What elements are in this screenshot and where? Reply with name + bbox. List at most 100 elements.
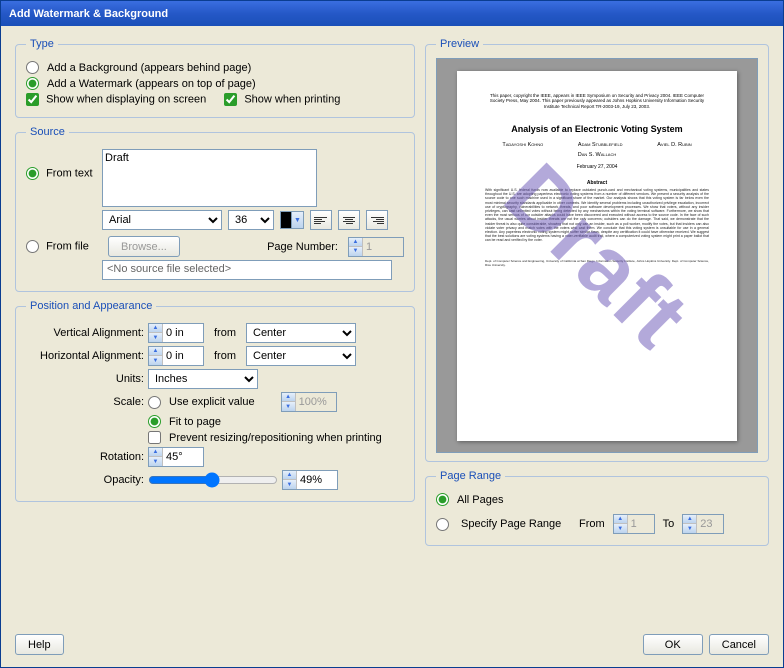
browse-button[interactable]: Browse... <box>108 236 180 257</box>
all-pages-radio[interactable] <box>436 493 449 506</box>
spin-down-icon[interactable]: ▼ <box>149 457 162 466</box>
spin-down-icon[interactable]: ▼ <box>283 480 296 489</box>
page-number-label: Page Number: <box>267 241 338 253</box>
scale-explicit-radio[interactable] <box>148 396 161 409</box>
from-text-radio[interactable] <box>26 167 39 180</box>
scale-fit-radio[interactable] <box>148 415 161 428</box>
scale-spinner: ▲▼ <box>281 392 337 412</box>
watermark-text-input[interactable] <box>102 149 317 207</box>
preview-authors-row2: Dan S. Wallach <box>485 152 709 158</box>
preview-page: This paper, copyright the IEEE, appears … <box>457 71 737 441</box>
from-file-radio-wrap[interactable]: From file <box>26 240 98 253</box>
valign-row: Vertical Alignment: ▲▼ from Center <box>26 323 404 343</box>
valign-from-select[interactable]: Center <box>246 323 356 343</box>
valign-from-label: from <box>214 327 236 339</box>
all-pages-row[interactable]: All Pages <box>436 493 758 506</box>
preview-author: Tadayoshi Kohno <box>502 142 543 148</box>
file-display-row: <No source file selected> <box>102 260 404 280</box>
preview-authors-row1: Tadayoshi Kohno Adam Stubblefield Aviel … <box>485 142 709 148</box>
show-screen-checkbox[interactable] <box>26 93 39 106</box>
cancel-button[interactable]: Cancel <box>709 634 769 655</box>
scale-explicit-label: Use explicit value <box>169 396 255 408</box>
spin-up-icon: ▲ <box>282 393 295 402</box>
preview-watermark: Draft <box>485 143 709 367</box>
halign-from-select[interactable]: Center <box>246 346 356 366</box>
ok-button[interactable]: OK <box>643 634 703 655</box>
help-button[interactable]: Help <box>15 634 64 655</box>
dialog-window: Add Watermark & Background Type Add a Ba… <box>0 0 784 668</box>
watermark-radio-row[interactable]: Add a Watermark (appears on top of page) <box>26 77 404 90</box>
from-text-row: From text <box>26 149 404 207</box>
content-area: Type Add a Background (appears behind pa… <box>1 26 783 630</box>
opacity-input[interactable] <box>297 471 337 489</box>
preview-author: Dan S. Wallach <box>578 152 617 158</box>
scale-fit-label: Fit to page <box>169 416 221 428</box>
range-to-spinner: ▲▼ <box>682 514 724 534</box>
preview-header-note: This paper, copyright the IEEE, appears … <box>485 93 709 111</box>
opacity-slider[interactable] <box>148 472 278 488</box>
prevent-resize-row: Prevent resizing/repositioning when prin… <box>26 431 404 444</box>
preview-author: Adam Stubblefield <box>578 142 623 148</box>
range-from-input <box>628 515 654 533</box>
range-to-input <box>697 515 723 533</box>
from-file-radio[interactable] <box>26 240 39 253</box>
page-range-group: Page Range All Pages Specify Page Range … <box>425 470 769 546</box>
units-select[interactable]: Inches <box>148 369 258 389</box>
preview-legend: Preview <box>436 38 483 50</box>
from-file-row: From file Browse... Page Number: ▲▼ <box>26 236 404 257</box>
watermark-radio[interactable] <box>26 77 39 90</box>
valign-label: Vertical Alignment: <box>26 327 144 339</box>
units-row: Units: Inches <box>26 369 404 389</box>
halign-spinner[interactable]: ▲▼ <box>148 346 204 366</box>
source-legend: Source <box>26 126 69 138</box>
background-radio[interactable] <box>26 61 39 74</box>
spin-up-icon[interactable]: ▲ <box>149 347 162 356</box>
font-color-picker[interactable]: ▼ <box>280 211 304 229</box>
rotation-spinner[interactable]: ▲▼ <box>148 447 204 467</box>
show-screen-wrap[interactable]: Show when displaying on screen <box>26 93 206 106</box>
halign-row: Horizontal Alignment: ▲▼ from Center <box>26 346 404 366</box>
prevent-resize-checkbox[interactable] <box>148 431 161 444</box>
align-right-button[interactable] <box>366 210 388 230</box>
spin-up-icon[interactable]: ▲ <box>149 324 162 333</box>
spin-down-icon[interactable]: ▼ <box>149 356 162 365</box>
spin-up-icon[interactable]: ▲ <box>283 471 296 480</box>
spin-up-icon[interactable]: ▲ <box>149 448 162 457</box>
opacity-spinner[interactable]: ▲▼ <box>282 470 338 490</box>
background-radio-row[interactable]: Add a Background (appears behind page) <box>26 61 404 74</box>
align-left-button[interactable] <box>310 210 332 230</box>
rotation-input[interactable] <box>163 448 203 466</box>
from-text-radio-wrap[interactable]: From text <box>26 149 98 180</box>
source-file-display: <No source file selected> <box>102 260 392 280</box>
range-to-label: To <box>663 518 675 530</box>
left-column: Type Add a Background (appears behind pa… <box>15 38 415 622</box>
show-options-row: Show when displaying on screen Show when… <box>26 93 404 106</box>
titlebar: Add Watermark & Background <box>1 1 783 26</box>
valign-input[interactable] <box>163 324 203 342</box>
page-number-spinner: ▲▼ <box>348 237 404 257</box>
opacity-label: Opacity: <box>26 474 144 486</box>
align-center-button[interactable] <box>338 210 360 230</box>
font-size-select[interactable]: 36 <box>228 210 274 230</box>
specify-range-radio[interactable] <box>436 518 449 531</box>
rotation-label: Rotation: <box>26 451 144 463</box>
spin-down-icon: ▼ <box>349 247 362 256</box>
spin-up-icon: ▲ <box>683 515 696 524</box>
font-select[interactable]: Arial <box>102 210 222 230</box>
show-print-wrap[interactable]: Show when printing <box>224 93 340 106</box>
preview-doc-title: Analysis of an Electronic Voting System <box>485 124 709 134</box>
spin-down-icon: ▼ <box>282 402 295 411</box>
from-file-label: From file <box>46 240 89 252</box>
preview-affiliations: Dept. of Computer Science and Engineerin… <box>485 260 709 267</box>
halign-label: Horizontal Alignment: <box>26 350 144 362</box>
right-column: Preview This paper, copyright the IEEE, … <box>425 38 769 622</box>
spin-up-icon: ▲ <box>614 515 627 524</box>
source-group: Source From text Arial 36 ▼ <box>15 126 415 292</box>
scale-explicit-row: Scale: Use explicit value ▲▼ <box>26 392 404 412</box>
show-print-checkbox[interactable] <box>224 93 237 106</box>
halign-input[interactable] <box>163 347 203 365</box>
valign-spinner[interactable]: ▲▼ <box>148 323 204 343</box>
spin-down-icon[interactable]: ▼ <box>149 333 162 342</box>
spin-down-icon: ▼ <box>683 524 696 533</box>
rotation-row: Rotation: ▲▼ <box>26 447 404 467</box>
